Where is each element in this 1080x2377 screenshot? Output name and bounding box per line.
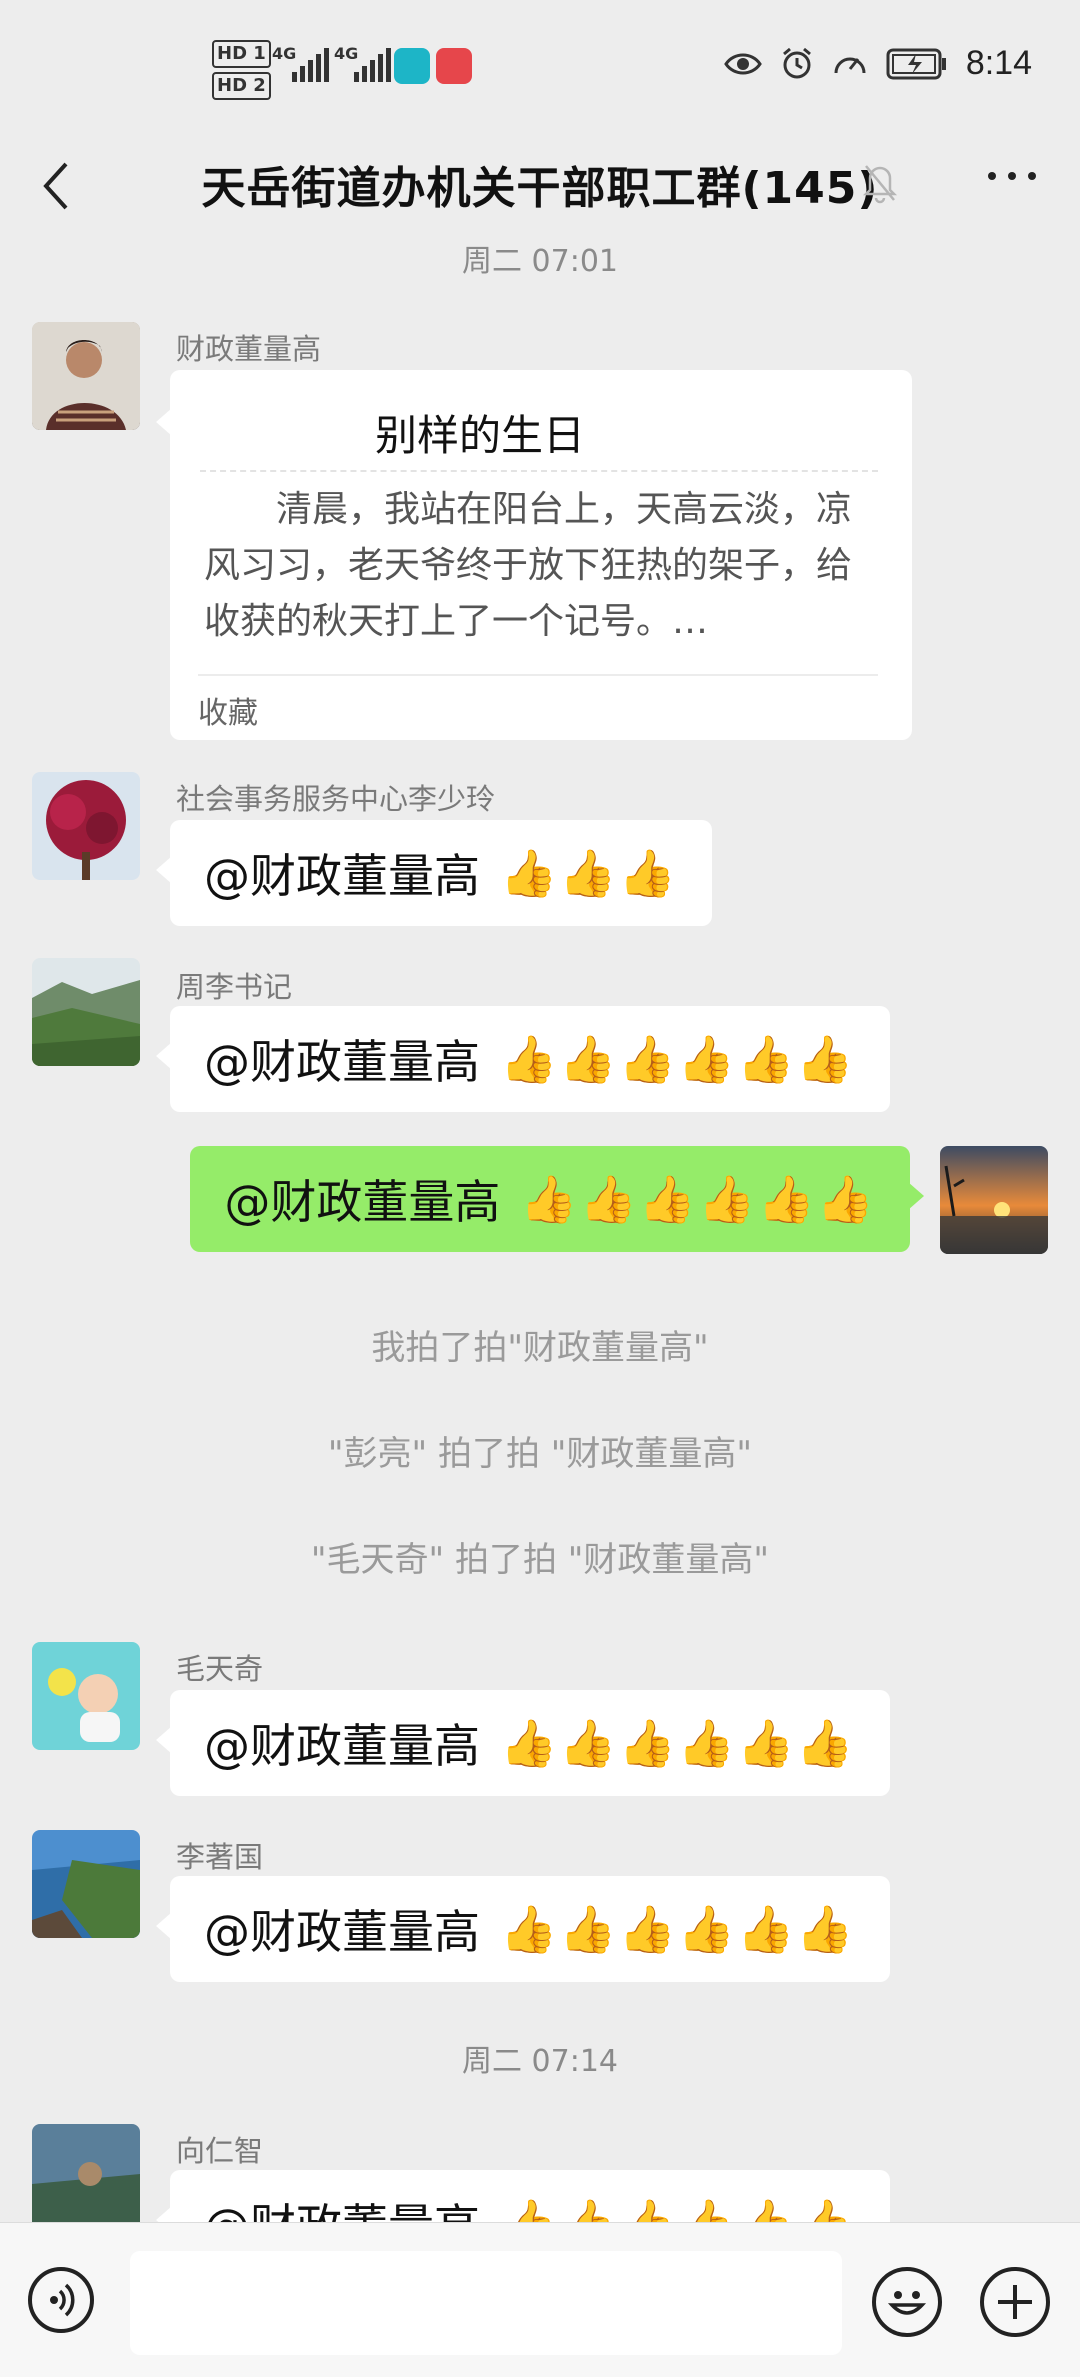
smiley-icon bbox=[887, 2291, 927, 2315]
avatar[interactable] bbox=[32, 322, 140, 430]
card-body: 清晨，我站在阳台上，天高云淡，凉风习习，老天爷终于放下狂热的架子，给收获的秋天打… bbox=[204, 489, 853, 642]
dot-icon bbox=[1008, 172, 1016, 180]
thumbs-up-icons: 👍👍👍👍👍👍 bbox=[500, 1901, 856, 1956]
message-bubble[interactable]: @财政董量高 👍👍👍👍👍👍 bbox=[156, 1876, 890, 1982]
chat-header: 天岳街道办机关干部职工群(145) bbox=[0, 130, 1080, 240]
message-input[interactable] bbox=[130, 2251, 842, 2355]
voice-input-button[interactable] bbox=[28, 2267, 94, 2333]
thumbs-up-icons: 👍👍👍👍👍👍 bbox=[500, 1031, 856, 1086]
thumbs-up-icons: 👍👍👍👍👍👍 bbox=[500, 1715, 856, 1770]
avatar[interactable] bbox=[32, 1830, 140, 1938]
avatar-fishing-image bbox=[32, 2124, 140, 2232]
alarm-icon bbox=[782, 47, 811, 78]
eye-icon bbox=[724, 53, 762, 74]
system-message: 我拍了拍"财政董量高" bbox=[371, 1328, 709, 1368]
card-divider bbox=[200, 470, 878, 472]
sender-name: 财政董量高 bbox=[176, 332, 322, 366]
avatar[interactable] bbox=[32, 772, 140, 880]
mute-bell-icon bbox=[862, 165, 898, 204]
timestamp: 周二 07:01 bbox=[462, 244, 618, 279]
signal-1-icon bbox=[292, 46, 329, 82]
message-text: @财政董量高 bbox=[204, 1719, 480, 1773]
plus-icon bbox=[998, 2285, 1032, 2319]
hd1-label: HD 1 bbox=[212, 40, 271, 68]
more-functions-button[interactable] bbox=[980, 2267, 1050, 2337]
message-text: @财政董量高 bbox=[204, 1905, 480, 1959]
emoji-button[interactable] bbox=[872, 2267, 942, 2337]
timestamp: 周二 07:14 bbox=[462, 2044, 618, 2079]
status-bar: HD 1 HD 2 4G 4G 8:14 bbox=[0, 0, 1080, 130]
avatar-sunset-image bbox=[940, 1146, 1048, 1254]
avatar[interactable] bbox=[32, 2124, 140, 2232]
avatar-landscape-image bbox=[32, 958, 140, 1066]
signal-2-icon bbox=[354, 46, 391, 82]
message-text: @财政董量高 bbox=[204, 849, 480, 903]
clock: 8:14 bbox=[965, 44, 1032, 82]
favorite-card-message[interactable]: 别样的生日 清晨，我站在阳台上，天高云淡，凉风习习，老天爷终于放下狂热的架子，给… bbox=[156, 370, 912, 740]
message-text: @财政董量高 bbox=[224, 1175, 501, 1229]
sender-name: 李著国 bbox=[176, 1840, 264, 1874]
avatar[interactable] bbox=[32, 1642, 140, 1750]
card-footer-divider bbox=[198, 674, 878, 676]
my-message-bubble[interactable]: @财政董量高 👍👍👍👍👍👍 bbox=[190, 1146, 924, 1252]
more-options-button[interactable] bbox=[988, 172, 1036, 180]
avatar[interactable] bbox=[32, 958, 140, 1066]
sender-name: 周李书记 bbox=[176, 970, 293, 1004]
avatar-person-image bbox=[32, 322, 140, 430]
message-bubble[interactable]: @财政董量高 👍👍👍 bbox=[156, 820, 712, 926]
message-bubble[interactable]: @财政董量高 👍👍👍👍👍👍 bbox=[156, 1690, 890, 1796]
app-notification-icon bbox=[394, 48, 430, 84]
hd-indicator: HD 1 HD 2 bbox=[212, 40, 271, 104]
status-right: 8:14 bbox=[724, 44, 1032, 83]
input-bar bbox=[0, 2222, 1080, 2377]
sender-name: 向仁智 bbox=[176, 2134, 264, 2168]
battery-charging-icon bbox=[886, 48, 946, 79]
speedometer-icon bbox=[834, 57, 866, 73]
message-bubble[interactable]: @财政董量高 👍👍👍👍👍👍 bbox=[156, 1006, 890, 1112]
chat-title: 天岳街道办机关干部职工群(145) bbox=[201, 163, 879, 214]
sender-name: 社会事务服务中心李少玲 bbox=[176, 782, 496, 816]
dot-icon bbox=[988, 172, 996, 180]
message-text: @财政董量高 bbox=[204, 1035, 480, 1089]
hd2-label: HD 2 bbox=[212, 72, 271, 100]
avatar-coast-image bbox=[32, 1830, 140, 1938]
huawei-notification-icon bbox=[436, 48, 472, 84]
dot-icon bbox=[1028, 172, 1036, 180]
system-message: "彭亮" 拍了拍 "财政董量高" bbox=[327, 1434, 753, 1474]
sender-name: 毛天奇 bbox=[176, 1652, 264, 1686]
my-avatar[interactable] bbox=[940, 1146, 1048, 1254]
system-message: "毛天奇" 拍了拍 "财政董量高" bbox=[310, 1540, 770, 1580]
avatar-flower-tree-image bbox=[32, 772, 140, 880]
voice-icon bbox=[50, 2283, 75, 2317]
thumbs-up-icons: 👍👍👍 bbox=[500, 845, 678, 900]
thumbs-up-icons: 👍👍👍👍👍👍 bbox=[520, 1171, 876, 1226]
card-title: 别样的生日 bbox=[374, 411, 585, 460]
card-footer-label: 收藏 bbox=[198, 696, 258, 731]
avatar-baby-image bbox=[32, 1642, 140, 1750]
